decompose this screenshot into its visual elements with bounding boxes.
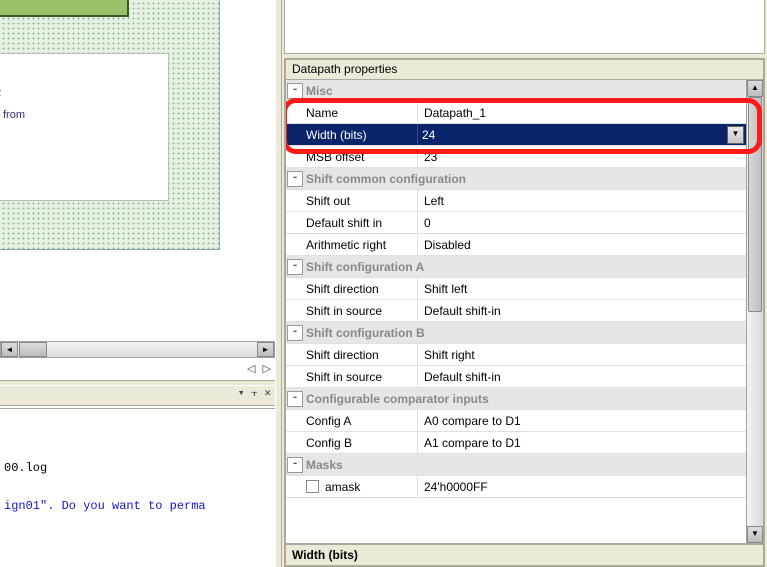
prop-b-shift-direction[interactable]: Shift direction Shift right (286, 344, 746, 366)
prop-config-a[interactable]: Config A A0 compare to D1 (286, 410, 746, 432)
vertical-splitter[interactable] (275, 0, 282, 567)
prop-config-b[interactable]: Config B A1 compare to D1 (286, 432, 746, 454)
width-value-cell[interactable]: 24 ▼ (418, 124, 746, 145)
desc-line: d instructions, like (0, 148, 162, 170)
desc-line: ata registers, and 2 (0, 82, 162, 104)
amask-label: amask (325, 480, 360, 494)
prop-width[interactable]: Width (bits) 24 ▼ (286, 124, 746, 146)
category-shift-a[interactable]: - Shift configuration A (286, 256, 746, 278)
prop-arithmetic-right[interactable]: Arithmetic right Disabled (286, 234, 746, 256)
prop-amask[interactable]: amask 24'h0000FF (286, 476, 746, 498)
panel-title: Datapath properties (286, 60, 763, 80)
property-description: Width (bits) (286, 543, 763, 565)
prop-default-shift-in[interactable]: Default shift in 0 (286, 212, 746, 234)
schematic-canvas[interactable]: atapath instruction ata registers, and 2… (0, 0, 275, 375)
pin-close-icons[interactable]: ▾ ⫟ ✕ (238, 386, 271, 399)
amask-label-cell: amask (286, 476, 418, 497)
desc-line: e access to signals from (0, 104, 162, 126)
prop-name[interactable]: Name Datapath_1 (286, 102, 746, 124)
category-masks[interactable]: - Masks (286, 454, 746, 476)
dropdown-icon[interactable]: ▼ (727, 126, 744, 144)
collapse-icon[interactable]: - (287, 457, 303, 473)
collapse-icon[interactable]: - (287, 171, 303, 187)
tab-nav-arrows[interactable]: ◁ ▷ (247, 362, 273, 375)
hscroll-left-button[interactable]: ◄ (1, 342, 18, 357)
datapath-component-bg: atapath instruction ata registers, and 2… (0, 0, 220, 250)
category-shift-b[interactable]: - Shift configuration B (286, 322, 746, 344)
amask-checkbox[interactable] (306, 480, 319, 493)
hscroll-right-button[interactable]: ► (257, 342, 274, 357)
collapse-icon[interactable]: - (287, 391, 303, 407)
prop-a-shift-direction[interactable]: Shift direction Shift left (286, 278, 746, 300)
prop-b-shift-in-source[interactable]: Shift in source Default shift-in (286, 366, 746, 388)
output-panel-header: ▾ ⫟ ✕ (0, 386, 275, 406)
vscroll-down-button[interactable]: ▼ (747, 526, 763, 543)
vscroll-up-button[interactable]: ▲ (747, 80, 763, 97)
datapath-block[interactable] (0, 0, 129, 17)
prop-msb-offset[interactable]: MSB offset 23 (286, 146, 746, 168)
desc-line: nt. (0, 126, 162, 148)
hscroll-thumb[interactable] (19, 342, 47, 357)
datapath-description: atapath instruction ata registers, and 2… (0, 53, 169, 201)
vscroll-thumb[interactable] (748, 97, 762, 312)
width-value: 24 (422, 124, 435, 146)
vscroll[interactable]: ▲ ▼ (746, 80, 763, 543)
output-line: 00.log (4, 455, 271, 481)
desc-line: atapath instruction (0, 60, 162, 82)
property-grid[interactable]: - Misc Name Datapath_1 Width (bits) 24 ▼… (286, 80, 763, 543)
output-panel[interactable]: 00.log ign01". Do you want to perma (0, 408, 275, 567)
prop-a-shift-in-source[interactable]: Shift in source Default shift-in (286, 300, 746, 322)
prop-shift-out[interactable]: Shift out Left (286, 190, 746, 212)
collapse-icon[interactable]: - (287, 325, 303, 341)
properties-pane: Datapath properties - Misc Name Datapath… (282, 0, 767, 567)
collapse-icon[interactable]: - (287, 259, 303, 275)
canvas-scroll-region: ◄ ► ◁ ▷ (0, 332, 275, 374)
category-shift-common[interactable]: - Shift common configuration (286, 168, 746, 190)
output-line: ign01". Do you want to perma (4, 493, 271, 519)
hscroll[interactable]: ◄ ► (0, 341, 275, 358)
category-misc[interactable]: - Misc (286, 80, 746, 102)
category-comparator[interactable]: - Configurable comparator inputs (286, 388, 746, 410)
left-pane: atapath instruction ata registers, and 2… (0, 0, 275, 567)
blank-area (284, 0, 765, 54)
collapse-icon[interactable]: - (287, 83, 303, 99)
datapath-properties-panel: Datapath properties - Misc Name Datapath… (284, 58, 765, 567)
